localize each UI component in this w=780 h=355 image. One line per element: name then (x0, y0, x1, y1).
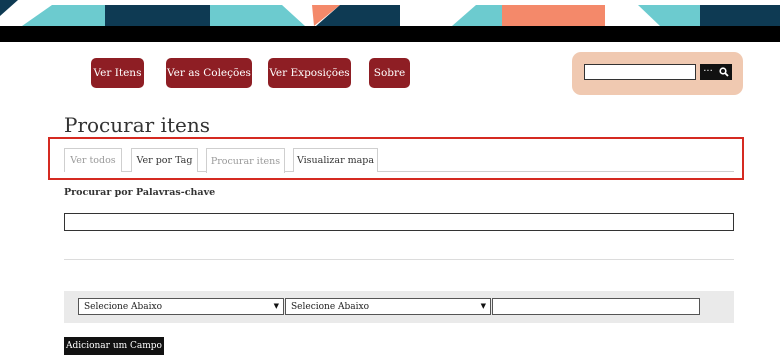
search-panel: ··· (572, 52, 743, 95)
add-field-button[interactable]: Adicionar um Campo (64, 337, 164, 355)
field-select-2-value: Selecione Abaixo (291, 301, 370, 312)
banner-pattern (0, 0, 780, 42)
nav-ver-exposicoes-button[interactable]: Ver Exposições (268, 58, 351, 88)
nav-sobre-button[interactable]: Sobre (369, 58, 410, 88)
decorative-banner (0, 0, 780, 42)
dropdown-arrow-icon: ▼ (273, 302, 279, 310)
field-value-input[interactable] (492, 298, 700, 315)
field-select-1-value: Selecione Abaixo (84, 301, 163, 312)
keyword-search-label: Procurar por Palavras-chave (64, 187, 216, 198)
dropdown-arrow-icon: ▼ (480, 302, 486, 310)
nav-ver-colecoes-button[interactable]: Ver as Coleções (166, 58, 252, 88)
page-title: Procurar itens (64, 113, 210, 137)
search-submit-button[interactable] (716, 64, 732, 80)
nav-ver-itens-button[interactable]: Ver Itens (91, 58, 144, 88)
search-input[interactable] (584, 64, 696, 80)
highlight-box (48, 137, 744, 180)
field-select-2[interactable]: Selecione Abaixo ▼ (285, 298, 491, 315)
field-select-1[interactable]: Selecione Abaixo ▼ (78, 298, 284, 315)
section-divider (64, 259, 734, 260)
search-icon (719, 67, 729, 77)
more-options-icon: ··· (703, 66, 713, 77)
keyword-search-input[interactable] (64, 213, 734, 231)
search-options-button[interactable]: ··· (700, 64, 716, 80)
